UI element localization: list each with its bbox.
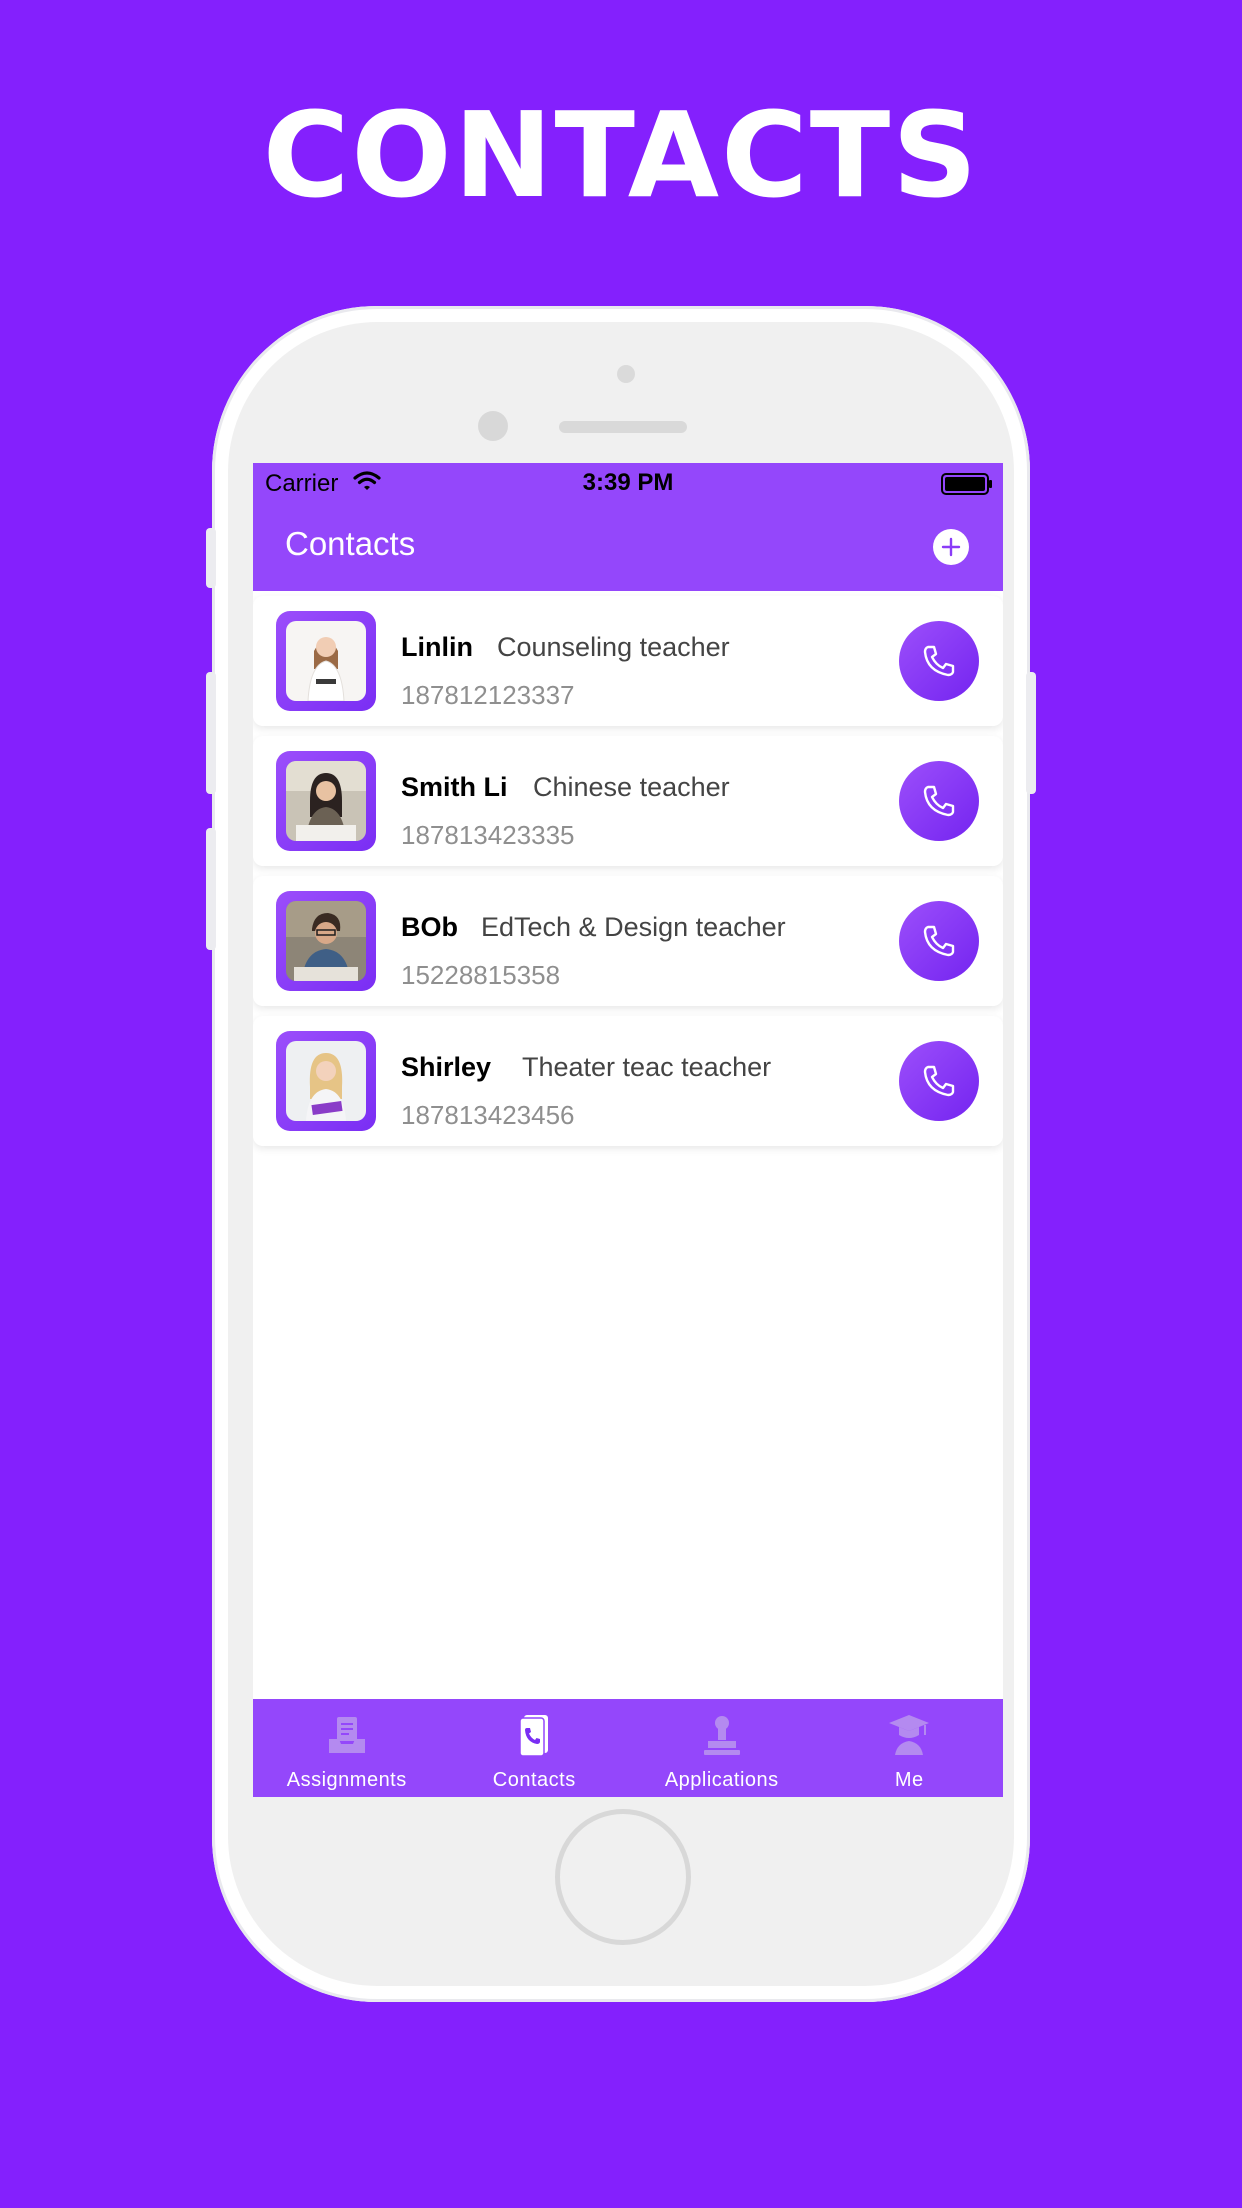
tab-bar: Assignments Contacts Applications Me <box>253 1699 1003 1797</box>
app-screen: Carrier 3:39 PM Contacts Linlin Counseli… <box>253 463 1003 1797</box>
nav-title: Contacts <box>285 525 416 562</box>
battery-icon <box>941 473 992 495</box>
volume-up-button <box>206 672 216 794</box>
phone-book-icon <box>519 1715 549 1757</box>
avatar-photo <box>286 901 366 981</box>
contact-card[interactable]: BOb EdTech & Design teacher 15228815358 <box>253 876 1003 1006</box>
tab-label: Applications <box>664 1769 779 1791</box>
tab-me[interactable]: Me <box>816 1699 1004 1797</box>
avatar <box>276 611 376 711</box>
contact-card[interactable]: Shirley Theater teac teacher 18781342345… <box>253 1016 1003 1146</box>
tab-contacts[interactable]: Contacts <box>441 1699 629 1797</box>
contact-role: Theater teac teacher <box>522 1052 772 1082</box>
avatar <box>276 751 376 851</box>
status-time: 3:39 PM <box>582 469 674 496</box>
avatar <box>276 1031 376 1131</box>
avatar-photo <box>286 621 366 701</box>
contact-name: Shirley <box>401 1052 492 1082</box>
contact-name: Linlin <box>401 632 473 662</box>
call-button[interactable] <box>899 1041 979 1121</box>
contact-list: Linlin Counseling teacher 187812123337 S… <box>253 591 1003 1156</box>
tab-assignments[interactable]: Assignments <box>253 1699 441 1797</box>
contact-phone: 187813423456 <box>401 1100 575 1130</box>
volume-down-button <box>206 828 216 950</box>
earpiece-speaker <box>559 421 687 433</box>
mute-switch <box>206 528 216 588</box>
graduate-icon <box>889 1715 930 1755</box>
phone-icon <box>923 1065 955 1097</box>
contact-phone: 15228815358 <box>401 960 561 990</box>
call-button[interactable] <box>899 761 979 841</box>
phone-icon <box>923 785 955 817</box>
tab-applications[interactable]: Applications <box>628 1699 816 1797</box>
phone-icon <box>923 925 955 957</box>
page-headline: CONTACTS <box>262 86 980 224</box>
avatar-photo <box>286 1041 366 1121</box>
contact-card[interactable]: Linlin Counseling teacher 187812123337 <box>253 596 1003 726</box>
stamp-icon <box>703 1716 740 1755</box>
power-button <box>1026 672 1036 794</box>
contact-name: Smith Li <box>401 772 508 802</box>
add-contact-button[interactable] <box>933 529 969 565</box>
contact-name: BOb <box>401 912 458 942</box>
status-bar: Carrier 3:39 PM <box>253 463 1003 503</box>
contact-role: Chinese teacher <box>533 772 730 802</box>
call-button[interactable] <box>899 621 979 701</box>
tab-label: Me <box>894 1769 924 1791</box>
avatar-photo <box>286 761 366 841</box>
inbox-icon <box>328 1717 365 1753</box>
contact-role: EdTech & Design teacher <box>481 912 786 942</box>
home-button[interactable] <box>555 1809 691 1945</box>
contact-role: Counseling teacher <box>497 632 730 662</box>
plus-circle-icon <box>941 537 961 557</box>
front-camera <box>478 411 508 441</box>
tab-label: Assignments <box>286 1769 407 1791</box>
contact-phone: 187813423335 <box>401 820 575 850</box>
nav-bar: Contacts <box>253 503 1003 591</box>
contact-card[interactable]: Smith Li Chinese teacher 187813423335 <box>253 736 1003 866</box>
phone-icon <box>923 645 955 677</box>
contact-phone: 187812123337 <box>401 680 575 710</box>
tab-label: Contacts <box>492 1769 576 1791</box>
call-button[interactable] <box>899 901 979 981</box>
avatar <box>276 891 376 991</box>
proximity-sensor <box>617 365 635 383</box>
